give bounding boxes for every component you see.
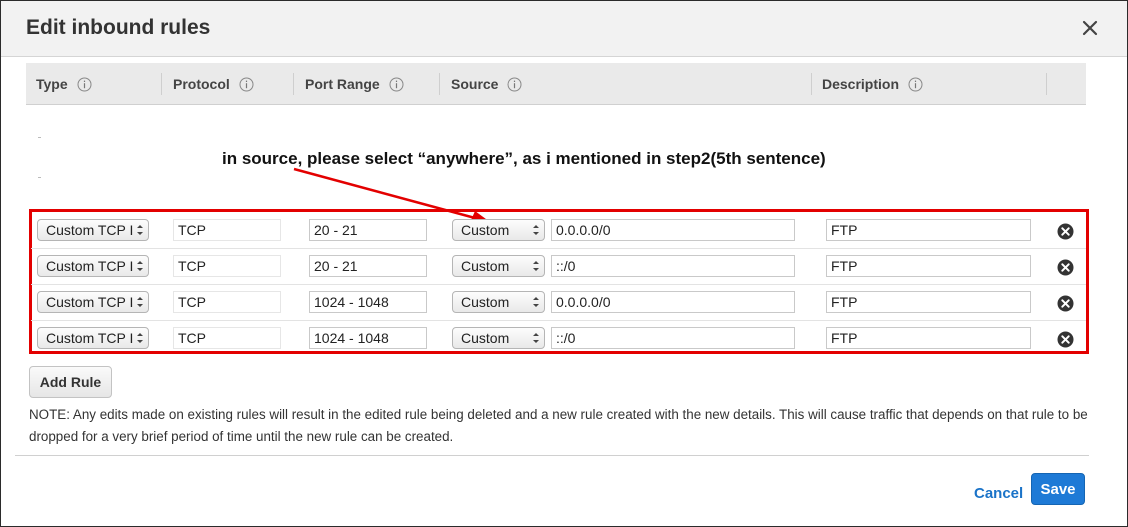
source-type-select[interactable]: Custom [452,327,545,349]
chevron-updown-icon [533,333,539,343]
edit-inbound-rules-dialog: Edit inbound rules Type Protocol Port Ra… [0,0,1128,527]
port-range-input[interactable]: 1024 - 1048 [309,291,427,313]
source-value-input[interactable]: ::/0 [551,255,795,277]
rule-type-value: Custom TCP I [46,258,134,274]
source-value-input[interactable]: 0.0.0.0/0 [551,291,795,313]
source-type-select[interactable]: Custom [452,291,545,313]
source-value-input[interactable]: 0.0.0.0/0 [551,219,795,241]
table-row: Custom TCP I TCP 1024 - 1048 Custom ::/0… [31,321,1086,357]
source-type-value: Custom [461,222,510,238]
column-separator [439,73,440,95]
column-separator [811,73,812,95]
remove-rule-icon[interactable] [1057,295,1074,312]
close-icon[interactable] [1079,17,1101,39]
info-icon[interactable] [77,77,92,92]
note-text: NOTE: Any edits made on existing rules w… [29,407,1088,444]
source-type-select[interactable]: Custom [452,255,545,277]
footer-divider [15,455,1089,456]
column-description-label: Description [822,76,900,92]
column-port-range-label: Port Range [305,76,380,92]
source-value-input[interactable]: ::/0 [551,327,795,349]
column-separator [1046,73,1047,95]
protocol-field: TCP [173,255,281,277]
column-protocol: Protocol [173,63,254,105]
protocol-field: TCP [173,219,281,241]
rule-type-value: Custom TCP I [46,222,134,238]
source-type-value: Custom [461,258,510,274]
column-source: Source [451,63,522,105]
port-range-input[interactable]: 20 - 21 [309,219,427,241]
column-type: Type [36,63,92,105]
rule-type-select[interactable]: Custom TCP I [37,327,149,349]
info-icon[interactable] [507,77,522,92]
remove-rule-icon[interactable] [1057,223,1074,240]
save-button[interactable]: Save [1031,473,1085,505]
description-input[interactable]: FTP [826,255,1031,277]
remove-rule-icon[interactable] [1057,259,1074,276]
column-separator [293,73,294,95]
port-range-input[interactable]: 20 - 21 [309,255,427,277]
column-separator [161,73,162,95]
divider-mark [38,177,41,178]
rule-type-value: Custom TCP I [46,294,134,310]
add-rule-button[interactable]: Add Rule [29,366,112,398]
chevron-updown-icon [137,261,143,271]
chevron-updown-icon [533,225,539,235]
dialog-title: Edit inbound rules [26,16,211,39]
chevron-updown-icon [533,297,539,307]
protocol-field: TCP [173,327,281,349]
column-description: Description [822,63,923,105]
table-row: Custom TCP I TCP 1024 - 1048 Custom 0.0.… [31,285,1086,321]
description-input[interactable]: FTP [826,291,1031,313]
info-icon[interactable] [389,77,404,92]
port-range-input[interactable]: 1024 - 1048 [309,327,427,349]
description-input[interactable]: FTP [826,219,1031,241]
rule-type-select[interactable]: Custom TCP I [37,219,149,241]
chevron-updown-icon [533,261,539,271]
description-input[interactable]: FTP [826,327,1031,349]
table-row: Custom TCP I TCP 20 - 21 Custom 0.0.0.0/… [31,213,1086,249]
source-type-select[interactable]: Custom [452,219,545,241]
column-protocol-label: Protocol [173,76,230,92]
remove-rule-icon[interactable] [1057,331,1074,348]
divider-mark [38,137,41,138]
rule-type-value: Custom TCP I [46,330,134,346]
annotation-text: in source, please select “anywhere”, as … [222,149,826,168]
table-row: Custom TCP I TCP 20 - 21 Custom ::/0 FTP [31,249,1086,285]
info-icon[interactable] [239,77,254,92]
rule-type-select[interactable]: Custom TCP I [37,255,149,277]
source-type-value: Custom [461,330,510,346]
chevron-updown-icon [137,225,143,235]
dialog-header: Edit inbound rules [1,1,1127,57]
rules-table-header: Type Protocol Port Range Source Descript… [26,63,1086,105]
chevron-updown-icon [137,333,143,343]
chevron-updown-icon [137,297,143,307]
info-icon[interactable] [908,77,923,92]
column-port-range: Port Range [305,63,404,105]
cancel-button[interactable]: Cancel [974,485,1023,502]
source-type-value: Custom [461,294,510,310]
column-type-label: Type [36,76,68,92]
column-source-label: Source [451,76,499,92]
rule-type-select[interactable]: Custom TCP I [37,291,149,313]
protocol-field: TCP [173,291,281,313]
